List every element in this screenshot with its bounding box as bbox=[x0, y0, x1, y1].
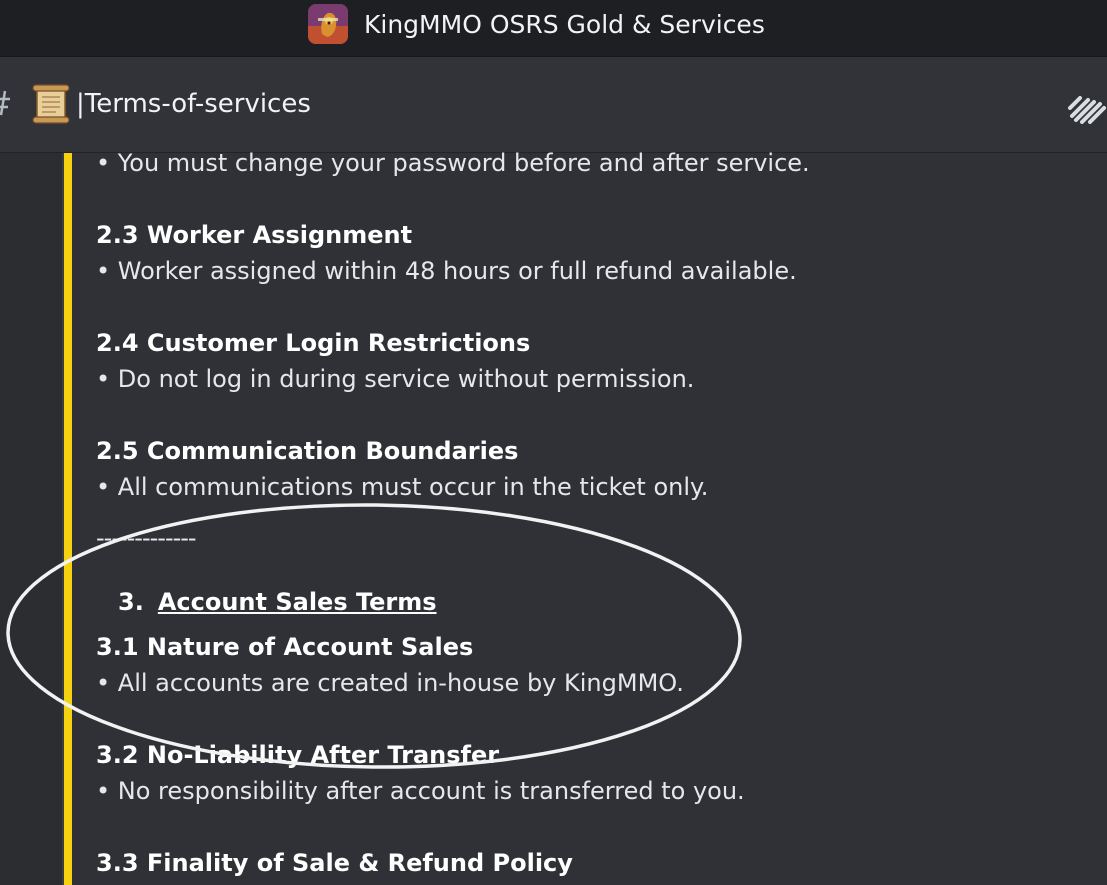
bullet-accounts-in-house: • All accounts are created in-house by K… bbox=[96, 669, 684, 697]
bullet-communications: • All communications must occur in the t… bbox=[96, 473, 709, 501]
section-3-title: 3. Account Sales Terms bbox=[118, 586, 437, 618]
bullet-worker-assigned: • Worker assigned within 48 hours or ful… bbox=[96, 257, 797, 285]
section-divider: ------------- bbox=[96, 524, 197, 552]
threads-icon[interactable] bbox=[1064, 84, 1107, 128]
bullet-password-change: • You must change your password before a… bbox=[96, 149, 810, 177]
heading-2-5: 2.5 Communication Boundaries bbox=[96, 437, 519, 465]
channel-header: |Terms-of-services bbox=[0, 57, 1107, 153]
section-3-number: 3. bbox=[118, 588, 144, 616]
heading-2-3: 2.3 Worker Assignment bbox=[96, 221, 413, 249]
server-avatar-icon[interactable] bbox=[308, 4, 348, 44]
bullet-no-responsibility: • No responsibility after account is tra… bbox=[96, 777, 745, 805]
channel-name[interactable]: |Terms-of-services bbox=[76, 87, 311, 121]
heading-3-2: 3.2 No-Liability After Transfer bbox=[96, 741, 500, 769]
title-bar: KingMMO OSRS Gold & Services bbox=[0, 0, 1107, 57]
section-3-heading: Account Sales Terms bbox=[157, 588, 437, 616]
heading-3-3: 3.3 Finality of Sale & Refund Policy bbox=[96, 849, 573, 877]
heading-3-1: 3.1 Nature of Account Sales bbox=[96, 633, 474, 661]
bullet-do-not-log-in: • Do not log in during service without p… bbox=[96, 365, 695, 393]
server-title: KingMMO OSRS Gold & Services bbox=[364, 10, 765, 39]
hashtag-icon bbox=[0, 90, 10, 116]
discord-window: KingMMO OSRS Gold & Services |Terms-of-s… bbox=[0, 0, 1107, 885]
embed-accent-bar bbox=[64, 153, 72, 885]
scroll-icon bbox=[32, 84, 70, 124]
heading-2-4: 2.4 Customer Login Restrictions bbox=[96, 329, 531, 357]
